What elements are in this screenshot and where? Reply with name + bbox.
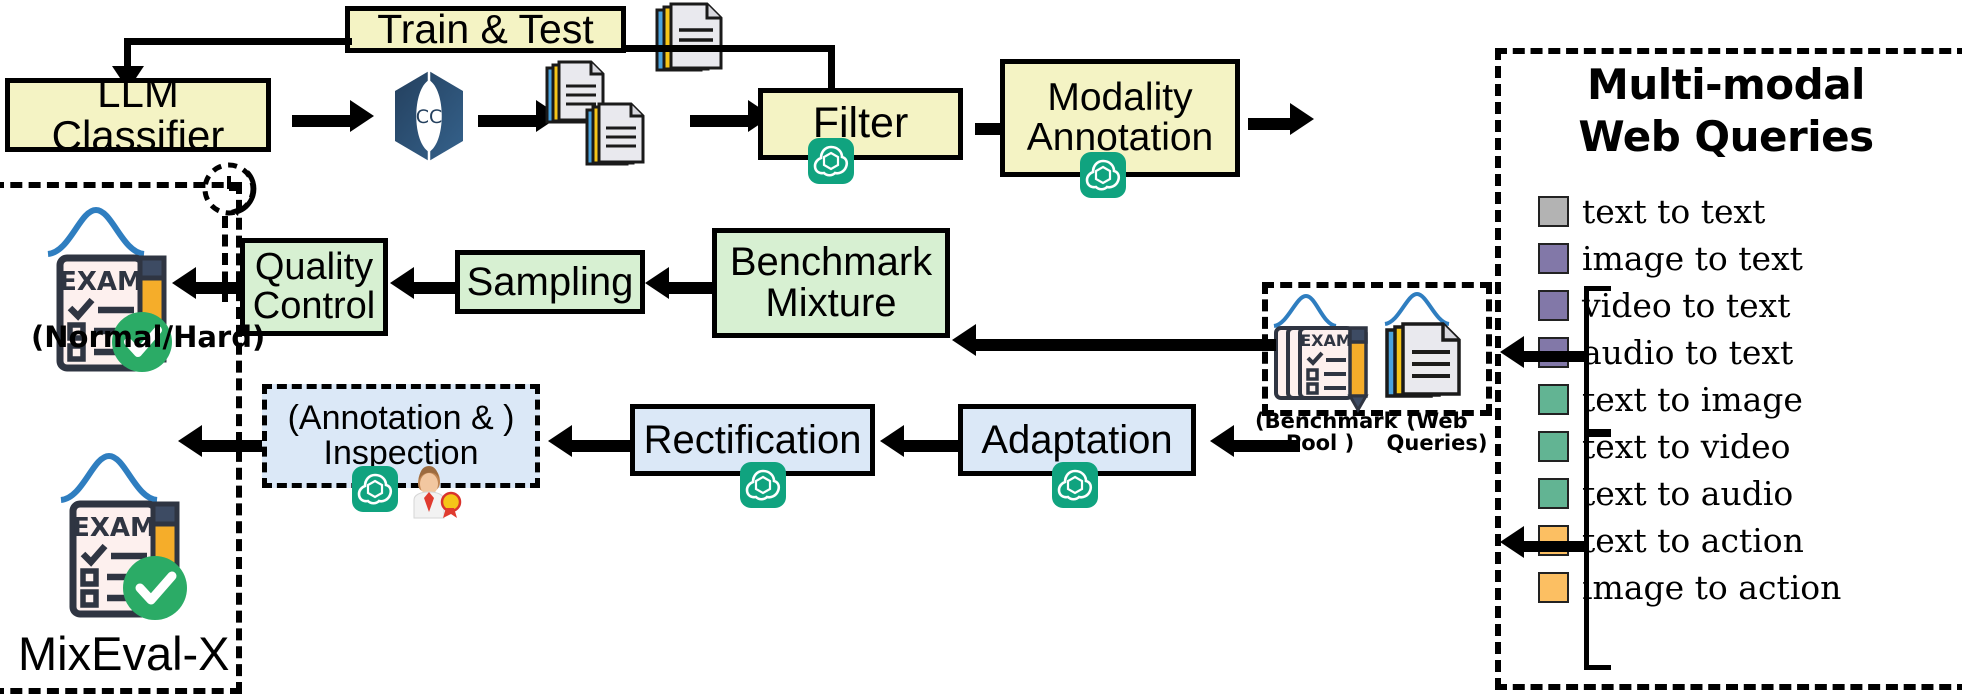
- exam-icon-mixeval: EXAM: [55, 448, 195, 633]
- legend-swatch-icon: [1538, 243, 1569, 274]
- traintest-to-filter-horizontal: [625, 45, 835, 52]
- node-quality-control-label-2: Control: [252, 285, 376, 327]
- diagram-canvas: Train & Test LLM Classifier CC Filter Mo…: [0, 0, 1962, 694]
- legend-bracket-to-text: [1584, 286, 1611, 434]
- svg-text:EXAM: EXAM: [72, 513, 156, 543]
- svg-text:EXAM: EXAM: [59, 267, 143, 297]
- node-adaptation-label: Adaptation: [981, 417, 1173, 462]
- legend-label: text to audio: [1582, 474, 1794, 513]
- legend-item-text-to-image: text to image: [1538, 380, 1803, 419]
- node-benchmark-mixture-label-2: Mixture: [765, 281, 897, 325]
- common-crawl-icon: CC: [392, 70, 466, 162]
- legend-swatch-icon: [1538, 572, 1569, 603]
- gpt-icon-filter: [808, 138, 854, 184]
- legend-label: text to text: [1582, 192, 1766, 231]
- mixeval-x-label: MixEval-X: [18, 627, 230, 680]
- web-queries-doc-icon: [1384, 284, 1477, 402]
- web-queries-caption-l2: Queries): [1386, 431, 1488, 456]
- legend-label: image to text: [1582, 239, 1803, 278]
- node-filter[interactable]: Filter: [758, 88, 963, 160]
- legend-bracket-gen: [1584, 432, 1611, 670]
- legend-swatch-icon: [1538, 290, 1569, 321]
- legend-item-video-to-text: video to text: [1538, 286, 1791, 325]
- traintest-to-filter-vertical: [828, 45, 835, 93]
- human-expert-icon: [408, 462, 462, 519]
- node-sampling[interactable]: Sampling: [455, 250, 645, 314]
- legend-swatch-icon: [1538, 384, 1569, 415]
- legend-swatch-icon: [1538, 196, 1569, 227]
- node-annotation-inspection[interactable]: (Annotation & ) Inspection: [262, 384, 540, 488]
- node-annotation-inspection-label-1: (Annotation & ): [287, 399, 515, 438]
- legend-item-image-to-text: image to text: [1538, 239, 1803, 278]
- cc-text: CC: [416, 106, 443, 128]
- legend-swatch-icon: [1538, 478, 1569, 509]
- gpt-icon-rectification: [740, 462, 786, 508]
- benchmark-pool-icon: EXAM: [1272, 284, 1382, 414]
- node-rectification-label: Rectification: [643, 417, 862, 462]
- web-queries-caption-l1: (Web: [1406, 409, 1468, 433]
- node-modality-annotation-label-1: Modality: [1047, 76, 1193, 120]
- legend-item-text-to-audio: text to audio: [1538, 474, 1793, 513]
- node-sampling-label: Sampling: [466, 259, 634, 304]
- node-benchmark-mixture-label-1: Benchmark: [729, 240, 933, 285]
- node-benchmark-mixture[interactable]: Benchmark Mixture: [712, 228, 950, 338]
- gpt-icon-modality: [1080, 152, 1126, 198]
- feedback-line-horizontal: [124, 38, 352, 45]
- normal-hard-caption: (Normal/Hard): [31, 320, 266, 354]
- legend-label: audio to text: [1582, 333, 1794, 372]
- gpt-icon-inspection: [352, 466, 398, 512]
- legend-title-line2: Web Queries: [1578, 112, 1874, 161]
- legend-item-text-to-text: text to text: [1538, 192, 1765, 231]
- node-quality-control-label-1: Quality: [254, 246, 374, 289]
- node-train-test-label: Train & Test: [377, 5, 594, 52]
- gpt-icon-adaptation: [1052, 462, 1098, 508]
- document-stack-icon: [545, 58, 675, 178]
- node-train-test[interactable]: Train & Test: [345, 6, 626, 53]
- legend-title-line1: Multi-modal: [1587, 60, 1865, 109]
- legend-label: text to video: [1582, 427, 1791, 466]
- svg-text:EXAM: EXAM: [1300, 331, 1352, 350]
- web-queries-caption: (Web Queries): [1382, 410, 1492, 454]
- legend-label: text to image: [1582, 380, 1803, 419]
- legend-item-text-to-video: text to video: [1538, 427, 1791, 466]
- legend-label: text to action: [1582, 521, 1804, 560]
- benchmark-pool-caption-l1: (Benchmark: [1255, 409, 1398, 433]
- node-llm-classifier-label: LLM Classifier: [51, 69, 225, 159]
- legend-label: image to action: [1582, 568, 1842, 607]
- legend-label: video to text: [1582, 286, 1791, 325]
- node-llm-classifier[interactable]: LLM Classifier: [5, 71, 271, 157]
- legend-swatch-icon: [1538, 431, 1569, 462]
